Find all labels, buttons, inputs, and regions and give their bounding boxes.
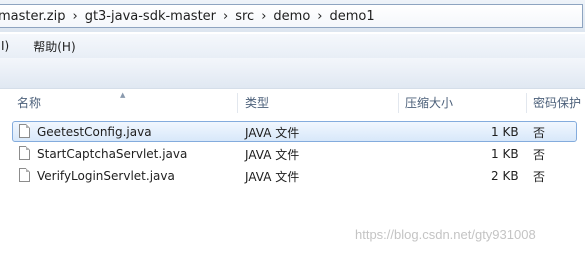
file-size: 2 KB [491, 169, 519, 183]
breadcrumb-chevron-icon[interactable]: › [314, 9, 325, 24]
breadcrumb-item-src[interactable]: src [231, 9, 258, 24]
menu-bar: I) 帮助(H) [0, 34, 585, 58]
column-header-password[interactable]: 密码保护 [533, 90, 581, 115]
watermark: https://blog.csdn.net/gty931008 [355, 227, 536, 242]
file-password: 否 [533, 147, 546, 162]
file-row-startcaptcha[interactable]: StartCaptchaServlet.java JAVA 文件 1 KB 否 [0, 143, 585, 165]
file-type: JAVA 文件 [245, 147, 300, 162]
file-row-verifylogin[interactable]: VerifyLoginServlet.java JAVA 文件 2 KB 否 [0, 165, 585, 187]
menu-item-help[interactable]: 帮助(H) [30, 38, 78, 55]
file-password: 否 [533, 169, 546, 184]
file-row-geetestconfig[interactable]: GeetestConfig.java JAVA 文件 1 KB 否 [0, 121, 585, 143]
column-header: ▲ 名称 类型 压缩大小 密码保护 [0, 90, 585, 115]
breadcrumb-chevron-icon[interactable]: › [220, 9, 231, 24]
java-file-icon [19, 146, 30, 160]
breadcrumb-item-demo1[interactable]: demo1 [325, 9, 378, 24]
column-header-name[interactable]: 名称 [17, 90, 41, 115]
breadcrumb-item-sdk-master[interactable]: gt3-java-sdk-master [81, 9, 220, 24]
column-divider[interactable] [398, 93, 399, 113]
file-type: JAVA 文件 [245, 169, 300, 184]
file-type: JAVA 文件 [245, 125, 300, 140]
column-divider[interactable] [526, 93, 527, 113]
breadcrumb-item-zip[interactable]: master.zip [0, 9, 69, 24]
file-size: 1 KB [491, 125, 519, 139]
sort-ascending-icon: ▲ [120, 91, 126, 99]
breadcrumb-chevron-icon[interactable]: › [258, 9, 269, 24]
address-bar-area: master.zip › gt3-java-sdk-master › src ›… [0, 0, 585, 32]
file-password: 否 [533, 125, 546, 140]
java-file-icon [19, 124, 30, 138]
column-divider[interactable] [237, 93, 238, 113]
column-header-type[interactable]: 类型 [245, 90, 269, 115]
file-name: StartCaptchaServlet.java [37, 147, 188, 161]
column-header-compressed-size[interactable]: 压缩大小 [405, 90, 453, 115]
java-file-icon [19, 168, 30, 182]
breadcrumb: master.zip › gt3-java-sdk-master › src ›… [0, 5, 379, 27]
file-size: 1 KB [491, 147, 519, 161]
file-name: VerifyLoginServlet.java [37, 169, 175, 183]
toolbar [0, 58, 585, 89]
menu-item-partial[interactable]: I) [0, 39, 12, 53]
breadcrumb-chevron-icon[interactable]: › [69, 9, 80, 24]
file-name: GeetestConfig.java [37, 125, 152, 139]
breadcrumb-item-demo[interactable]: demo [269, 9, 314, 24]
file-list: GeetestConfig.java JAVA 文件 1 KB 否 StartC… [0, 121, 585, 187]
address-bar[interactable]: master.zip › gt3-java-sdk-master › src ›… [0, 4, 583, 28]
